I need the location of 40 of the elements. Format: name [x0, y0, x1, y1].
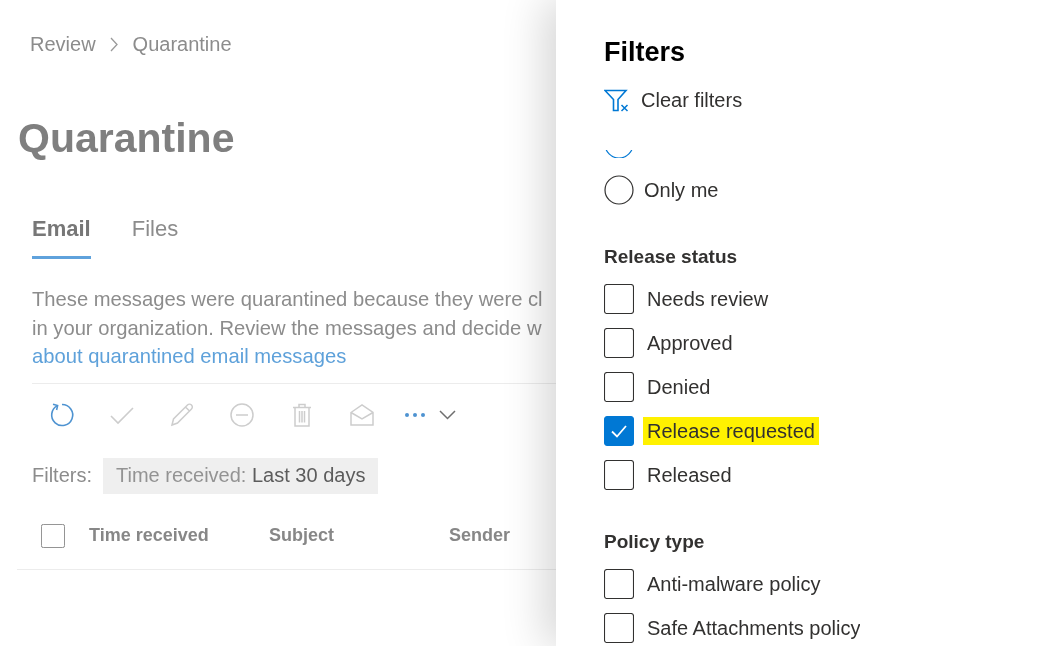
select-all-checkbox[interactable]	[41, 523, 65, 548]
checkbox[interactable]	[604, 569, 634, 599]
column-header[interactable]: Subject	[269, 525, 334, 546]
checkbox[interactable]	[604, 372, 634, 402]
filters-label: Filters:	[32, 464, 92, 487]
minus-circle-icon	[228, 400, 256, 429]
clear-filters-button[interactable]: Clear filters	[604, 88, 743, 112]
option-label: Needs review	[647, 287, 769, 311]
chevron-right-icon	[109, 36, 118, 52]
option-label: Safe Attachments policy	[647, 616, 861, 640]
option-label: Released	[647, 463, 732, 487]
learn-more-link[interactable]: about quarantined email messages	[32, 345, 347, 367]
column-header[interactable]: Time received	[89, 525, 209, 546]
ellipsis-icon	[404, 411, 426, 418]
tab[interactable]: Files	[131, 215, 179, 259]
option-label: Anti-malware policy	[647, 572, 821, 596]
option-label: Only me	[644, 178, 719, 202]
breadcrumb-current: Quarantine	[132, 32, 232, 56]
funnel-x-icon	[604, 88, 629, 112]
filter-chip[interactable]: Time received: Last 30 days	[103, 457, 379, 494]
checkbox[interactable]	[604, 460, 634, 490]
checkbox[interactable]	[604, 328, 634, 358]
checkbox[interactable]	[604, 416, 634, 446]
checkbox[interactable]	[604, 613, 634, 643]
column-header[interactable]: Sender	[449, 525, 511, 546]
radio-button[interactable]	[604, 175, 634, 205]
breadcrumb-link[interactable]: Review	[30, 32, 96, 56]
description-text: These messages were quarantined because they were cl in your organization. Review the messages and decide w about quarantined email messages	[32, 287, 543, 369]
section-heading: Release status	[604, 245, 738, 269]
option-label: Approved	[647, 331, 733, 355]
tab[interactable]: Email	[32, 215, 91, 259]
chevron-down-icon	[439, 409, 456, 420]
pencil-icon	[168, 400, 196, 429]
page-title: Quarantine	[18, 114, 235, 162]
checkbox[interactable]	[604, 284, 634, 314]
radio-button[interactable]	[604, 150, 634, 158]
panel-title: Filters	[604, 36, 686, 68]
section-heading: Policy type	[604, 530, 705, 554]
highlighted-option-label: Release requested	[643, 417, 819, 445]
option-label: Denied	[647, 375, 711, 399]
